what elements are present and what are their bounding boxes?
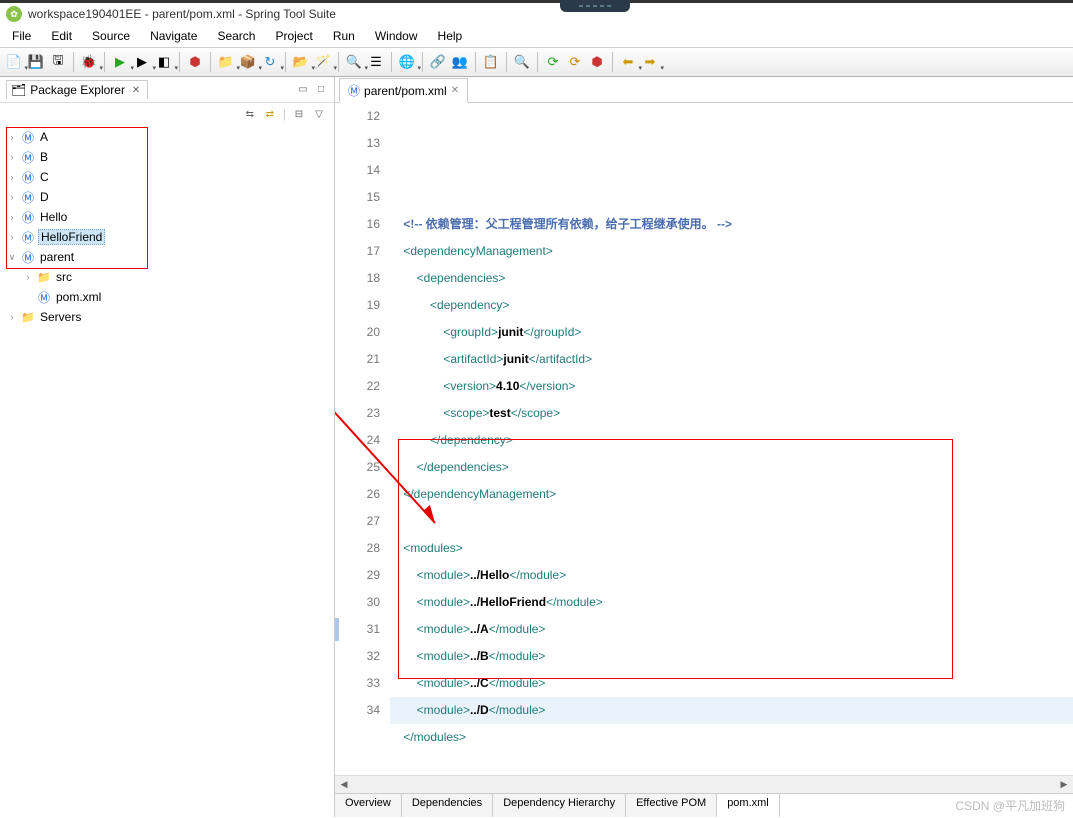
package-icon: 🗂 xyxy=(11,83,26,97)
find-button[interactable]: 🔍 xyxy=(512,52,532,72)
tree-item-d[interactable]: ›ⓂD xyxy=(0,187,334,207)
menu-file[interactable]: File xyxy=(4,27,39,45)
editor-area: Ⓜ parent/pom.xml ✕ 121314151617181920212… xyxy=(335,77,1073,817)
save-button[interactable]: 💾 xyxy=(26,52,46,72)
project-tree[interactable]: ›ⓂA›ⓂB›ⓂC›ⓂD›ⓂHello›ⓂHelloFriend∨Ⓜparent… xyxy=(0,125,334,329)
window-title: workspace190401EE - parent/pom.xml - Spr… xyxy=(28,7,336,21)
minimize-icon[interactable]: ▭ xyxy=(296,83,310,97)
refresh-button[interactable]: ↻ xyxy=(260,52,280,72)
editor-tab-pom[interactable]: Ⓜ parent/pom.xml ✕ xyxy=(339,78,468,103)
title-bar: ✿ workspace190401EE - parent/pom.xml - S… xyxy=(0,0,1073,25)
close-view-icon[interactable]: ✕ xyxy=(129,83,143,97)
new-package-button[interactable]: 📦 xyxy=(238,52,258,72)
tree-item-src[interactable]: ›📁src xyxy=(0,267,334,287)
menu-search[interactable]: Search xyxy=(209,27,263,45)
maximize-icon[interactable]: □ xyxy=(314,83,328,97)
stop-button[interactable]: ⬢ xyxy=(185,52,205,72)
menu-source[interactable]: Source xyxy=(84,27,138,45)
menu-edit[interactable]: Edit xyxy=(43,27,80,45)
focus-icon[interactable]: ⊟ xyxy=(292,107,306,121)
forward-button[interactable]: ➡ xyxy=(640,52,660,72)
menu-navigate[interactable]: Navigate xyxy=(142,27,205,45)
team-button[interactable]: 👥 xyxy=(450,52,470,72)
menu-help[interactable]: Help xyxy=(430,27,471,45)
view-menu-icon[interactable]: ▽ xyxy=(312,107,326,121)
tree-item-servers[interactable]: ›📁Servers xyxy=(0,307,334,327)
bottom-tab-effective-pom[interactable]: Effective POM xyxy=(626,794,717,817)
terminate-button[interactable]: ⬢ xyxy=(587,52,607,72)
coverage-button[interactable]: ◧ xyxy=(154,52,174,72)
new-server-button[interactable]: 📁 xyxy=(216,52,236,72)
browser-button[interactable]: 🌐 xyxy=(397,52,417,72)
tree-item-hellofriend[interactable]: ›ⓂHelloFriend xyxy=(0,227,334,247)
back-button[interactable]: ⬅ xyxy=(618,52,638,72)
tree-item-b[interactable]: ›ⓂB xyxy=(0,147,334,167)
run-last-button[interactable]: ▶ xyxy=(132,52,152,72)
tree-item-pom.xml[interactable]: Ⓜpom.xml xyxy=(0,287,334,307)
save-all-button[interactable]: 🖫 xyxy=(48,52,68,72)
tree-item-hello[interactable]: ›ⓂHello xyxy=(0,207,334,227)
app-icon: ✿ xyxy=(6,6,22,22)
task-button[interactable]: 📋 xyxy=(481,52,501,72)
bottom-tab-dependency-hierarchy[interactable]: Dependency Hierarchy xyxy=(493,794,626,817)
editor-tab-label: parent/pom.xml xyxy=(364,84,447,98)
watermark: CSDN @平凡加班狗 xyxy=(955,797,1065,814)
menu-project[interactable]: Project xyxy=(267,27,320,45)
package-explorer-tab[interactable]: 🗂 Package Explorer ✕ xyxy=(6,80,148,99)
bottom-tab-dependencies[interactable]: Dependencies xyxy=(402,794,493,817)
close-tab-icon[interactable]: ✕ xyxy=(451,85,459,96)
outline-button[interactable]: ☰ xyxy=(366,52,386,72)
tool-bar[interactable]: 📄 💾 🖫 🐞 ▶ ▶ ◧ ⬢ 📁 📦 ↻ 📂 🪄 🔍 ☰ 🌐 🔗 👥 📋 🔍 … xyxy=(0,47,1073,77)
bottom-tab-pom.xml[interactable]: pom.xml xyxy=(717,794,780,817)
new-button[interactable]: 📄 xyxy=(4,52,24,72)
package-explorer-view: 🗂 Package Explorer ✕ ▭ □ ⇆ ⇄ | ⊟ ▽ ›ⓂA›Ⓜ… xyxy=(0,77,335,817)
open-type-button[interactable]: 📂 xyxy=(291,52,311,72)
view-title: Package Explorer xyxy=(30,83,125,97)
xml-file-icon: Ⓜ xyxy=(348,82,360,99)
menu-run[interactable]: Run xyxy=(325,27,363,45)
collapse-all-icon[interactable]: ⇆ xyxy=(243,107,257,121)
skip-button[interactable]: ⟳ xyxy=(565,52,585,72)
debug-button[interactable]: 🐞 xyxy=(79,52,99,72)
tree-item-a[interactable]: ›ⓂA xyxy=(0,127,334,147)
horizontal-scrollbar[interactable]: ◀▶ xyxy=(335,775,1073,793)
wand-button[interactable]: 🪄 xyxy=(313,52,333,72)
menu-window[interactable]: Window xyxy=(367,27,426,45)
camera-notch xyxy=(560,0,630,12)
tree-item-parent[interactable]: ∨Ⓜparent xyxy=(0,247,334,267)
tree-item-c[interactable]: ›ⓂC xyxy=(0,167,334,187)
link-editor-icon[interactable]: ⇄ xyxy=(263,107,277,121)
run-button[interactable]: ▶ xyxy=(110,52,130,72)
relaunch-button[interactable]: ⟳ xyxy=(543,52,563,72)
search-button[interactable]: 🔍 xyxy=(344,52,364,72)
code-editor[interactable]: 1213141516171819202122232425262728293031… xyxy=(335,103,1073,775)
menu-bar[interactable]: FileEditSourceNavigateSearchProject RunWi… xyxy=(0,25,1073,47)
link-button[interactable]: 🔗 xyxy=(428,52,448,72)
bottom-tab-overview[interactable]: Overview xyxy=(335,794,402,817)
